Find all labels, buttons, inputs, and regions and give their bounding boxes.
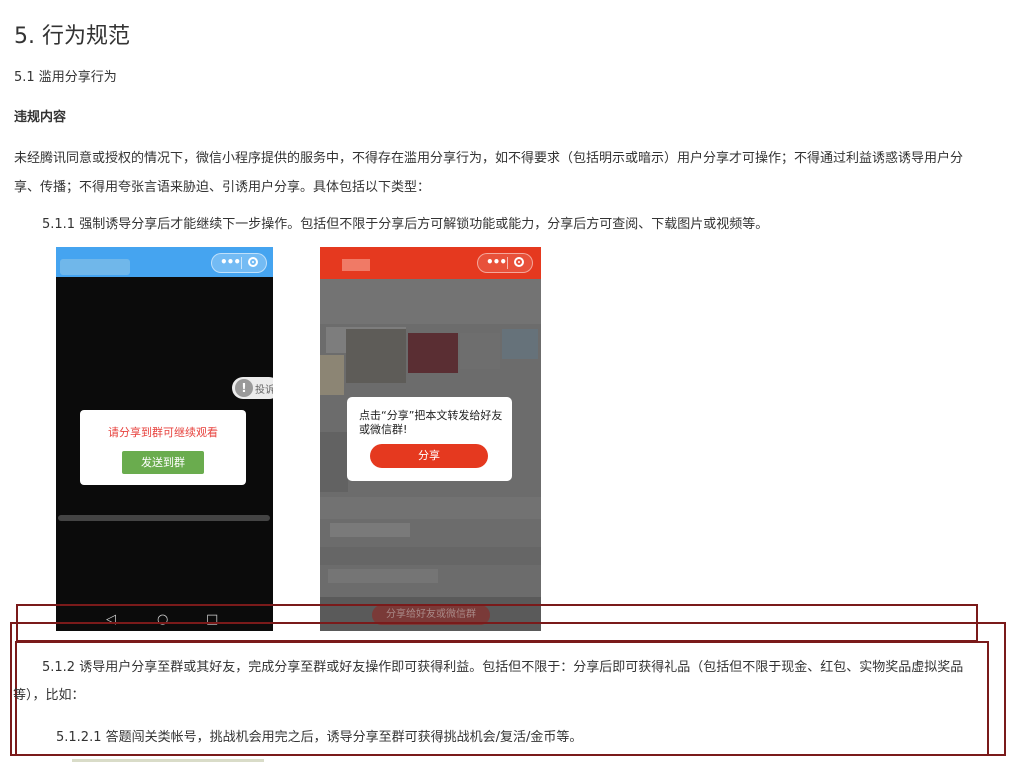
report-label: 投诉 (255, 385, 273, 396)
phone-title-bar: ••• (320, 247, 541, 279)
miniprogram-capsule: ••• (211, 253, 267, 273)
example-screenshot-article: ••• 点击“分享”把本文转发给好友或微信群! 分享 分享给好友或微信群 (320, 247, 541, 631)
video-progress-bar (58, 515, 270, 521)
close-circle-icon (248, 257, 258, 267)
more-icon: ••• (486, 255, 507, 269)
violation-label: 违规内容 (14, 110, 67, 125)
item-5-1-2-1: 5.1.2.1 答题闯关类帐号，挑战机会用完之后，诱导分享至群可获得挑战机会/复… (56, 730, 583, 745)
shield-icon: ! (235, 379, 253, 397)
report-button: ! 投诉 (232, 377, 273, 399)
item-5-1-2: 5.1.2 诱导用户分享至群或其好友，完成分享至群或好友操作即可获得利益。包括但… (13, 660, 964, 703)
item-5-1-1: 5.1.1 强制诱导分享后才能继续下一步操作。包括但不限于分享后方可解锁功能或能… (42, 217, 769, 232)
blurred-title (342, 259, 370, 271)
example-screenshot-video: ••• ! 投诉 请分享到群可继续观看 发送到群 ◁ ○ □ (56, 247, 273, 631)
dialog-message: 请分享到群可继续观看 (108, 426, 218, 439)
section-heading: 5.1 滥用分享行为 (14, 70, 117, 85)
intro-paragraph: 未经腾讯同意或授权的情况下，微信小程序提供的服务中，不得存在滥用分享行为，如不得… (14, 151, 964, 195)
phone-title-bar: ••• (56, 247, 273, 277)
share-prompt-dialog: 请分享到群可继续观看 发送到群 (80, 410, 246, 485)
share-button: 分享 (370, 444, 488, 468)
more-icon: ••• (220, 255, 241, 269)
dialog-message: 点击“分享”把本文转发给好友或微信群! (359, 409, 503, 436)
share-prompt-dialog: 点击“分享”把本文转发给好友或微信群! 分享 (347, 397, 512, 481)
blurred-title (60, 259, 130, 275)
send-to-group-button: 发送到群 (122, 451, 204, 474)
miniprogram-capsule: ••• (477, 253, 533, 273)
page-title: 5. 行为规范 (14, 24, 130, 49)
close-circle-icon (514, 257, 524, 267)
